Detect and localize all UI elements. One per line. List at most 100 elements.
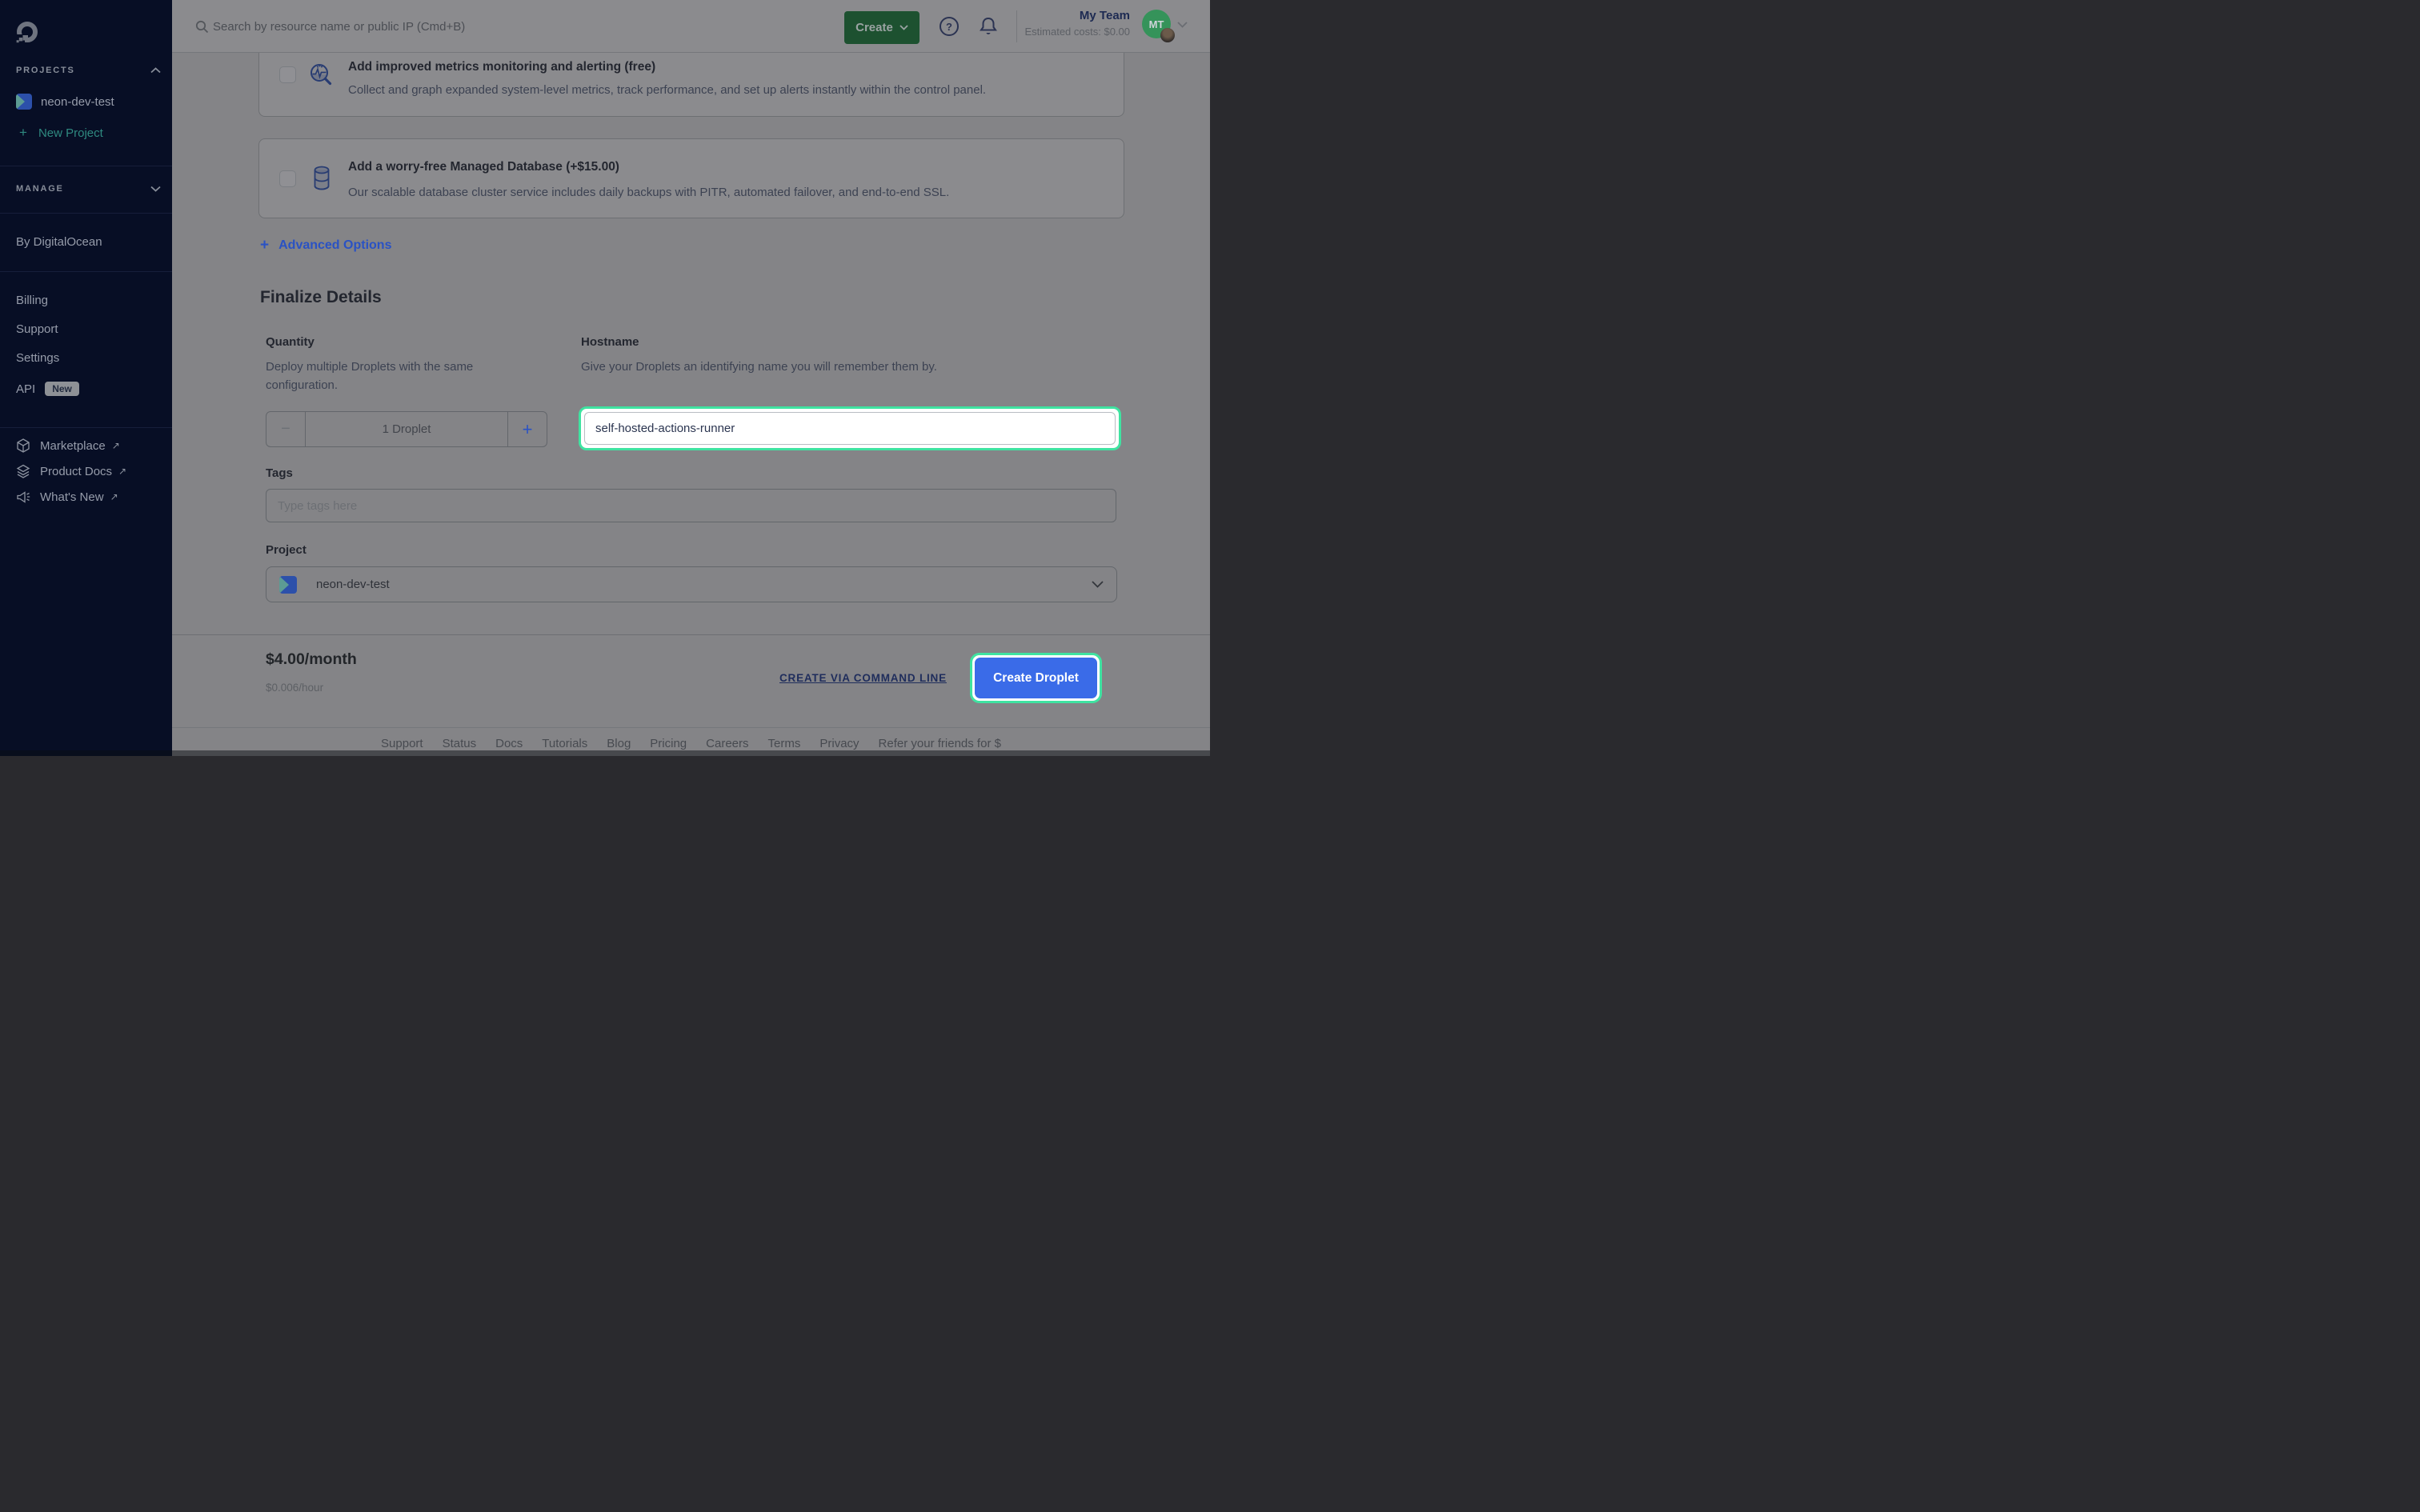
hostname-highlight-ring [579, 406, 1121, 450]
sidebar-item-billing[interactable]: Billing [16, 291, 161, 309]
quantity-stepper: − 1 Droplet + [266, 411, 547, 447]
project-icon [16, 94, 32, 110]
managed-database-card: Add a worry-free Managed Database (+$15.… [258, 138, 1124, 218]
droplet-create-page: PROJECTS neon-dev-test + New Project MAN… [0, 0, 1210, 756]
quantity-decrease-button[interactable]: − [266, 412, 306, 446]
sidebar-item-by-digitalocean[interactable]: By DigitalOcean [16, 233, 161, 250]
footer-link-terms[interactable]: Terms [768, 737, 801, 750]
create-button-label: Create [855, 21, 893, 34]
project-select[interactable]: neon-dev-test [266, 566, 1117, 602]
sidebar-link-product-docs[interactable]: Product Docs ↗ [16, 462, 161, 480]
metrics-monitoring-card: Add improved metrics monitoring and aler… [258, 53, 1124, 117]
tags-input[interactable] [266, 489, 1116, 522]
sidebar-divider [0, 427, 172, 428]
hostname-label: Hostname [581, 335, 639, 349]
digitalocean-logo[interactable] [15, 21, 39, 45]
search-icon [195, 20, 209, 34]
chevron-down-icon[interactable] [1177, 22, 1188, 28]
quantity-increase-button[interactable]: + [507, 412, 547, 446]
external-link-icon: ↗ [118, 466, 126, 477]
settings-label: Settings [16, 351, 59, 365]
team-name: My Team [1024, 9, 1130, 22]
search-input[interactable] [211, 13, 663, 40]
project-name-label: neon-dev-test [41, 95, 114, 109]
quantity-label: Quantity [266, 335, 315, 349]
help-icon[interactable]: ? [940, 17, 959, 36]
topbar: Create ? My Team Estimated costs: $0.00 … [172, 0, 1210, 53]
hostname-input[interactable] [584, 412, 1116, 445]
new-badge: New [45, 382, 79, 396]
database-checkbox[interactable] [279, 170, 296, 187]
sidebar-item-project-neon-dev-test[interactable]: neon-dev-test [16, 93, 161, 110]
database-card-title: Add a worry-free Managed Database (+$15.… [348, 160, 619, 174]
marketplace-box-icon [16, 438, 30, 453]
estimated-costs: Estimated costs: $0.00 [1024, 26, 1130, 38]
sidebar-divider [0, 213, 172, 214]
footer-link-privacy[interactable]: Privacy [819, 737, 859, 750]
metrics-card-title: Add improved metrics monitoring and aler… [348, 60, 655, 74]
sidebar-item-api[interactable]: API New [16, 380, 161, 398]
sidebar: PROJECTS neon-dev-test + New Project MAN… [0, 0, 172, 756]
api-label: API [16, 382, 35, 396]
create-button[interactable]: Create [844, 11, 920, 44]
main-content: Add improved metrics monitoring and aler… [172, 53, 1210, 756]
advanced-options-label: Advanced Options [278, 238, 391, 253]
metrics-magnifier-icon [309, 62, 332, 86]
price-per-hour: $0.006/hour [266, 682, 323, 694]
footer-link-refer[interactable]: Refer your friends for $ [879, 737, 1001, 750]
by-digitalocean-label: By DigitalOcean [16, 235, 102, 249]
advanced-options-toggle[interactable]: + Advanced Options [260, 237, 391, 254]
bottom-edge-strip [0, 750, 1210, 756]
quantity-description: Deploy multiple Droplets with the same c… [266, 358, 498, 394]
action-bar-divider [172, 634, 1210, 635]
project-icon [279, 576, 297, 594]
footer-link-blog[interactable]: Blog [607, 737, 631, 750]
sidebar-manage-header[interactable]: MANAGE [16, 180, 161, 198]
projects-header-label: PROJECTS [16, 66, 75, 75]
product-docs-label: Product Docs [40, 465, 112, 478]
database-card-description: Our scalable database cluster service in… [348, 186, 949, 199]
chevron-down-icon [1092, 581, 1104, 588]
project-label: Project [266, 543, 307, 557]
sidebar-link-marketplace[interactable]: Marketplace ↗ [16, 437, 161, 454]
finalize-details-heading: Finalize Details [260, 288, 382, 307]
project-select-value: neon-dev-test [316, 578, 390, 591]
notifications-bell-icon[interactable] [979, 16, 998, 37]
external-link-icon: ↗ [110, 491, 118, 502]
hostname-description: Give your Droplets an identifying name y… [581, 358, 937, 376]
layers-icon [16, 464, 30, 478]
footer-link-careers[interactable]: Careers [706, 737, 748, 750]
plus-icon: + [260, 237, 269, 254]
price-per-month: $4.00/month [266, 650, 357, 669]
billing-label: Billing [16, 294, 48, 307]
footer-link-docs[interactable]: Docs [495, 737, 523, 750]
metrics-card-description: Collect and graph expanded system-level … [348, 83, 986, 97]
footer-link-status[interactable]: Status [443, 737, 477, 750]
sidebar-link-whats-new[interactable]: What's New ↗ [16, 488, 161, 506]
whats-new-label: What's New [40, 490, 104, 504]
footer-link-pricing[interactable]: Pricing [650, 737, 687, 750]
plus-icon: + [19, 125, 27, 141]
marketplace-label: Marketplace [40, 439, 106, 453]
footer-link-support[interactable]: Support [381, 737, 423, 750]
database-icon [312, 165, 331, 192]
chevron-down-icon [899, 25, 908, 30]
account-menu[interactable]: My Team Estimated costs: $0.00 [1024, 9, 1130, 38]
avatar-initials: MT [1149, 18, 1164, 30]
sidebar-new-project-button[interactable]: + New Project [19, 124, 161, 142]
manage-header-label: MANAGE [16, 184, 64, 194]
support-label: Support [16, 322, 58, 336]
create-via-command-line-link[interactable]: CREATE VIA COMMAND LINE [779, 672, 947, 684]
sidebar-item-settings[interactable]: Settings [16, 349, 161, 366]
footer-link-tutorials[interactable]: Tutorials [542, 737, 587, 750]
create-droplet-highlight-ring: Create Droplet [970, 653, 1102, 703]
metrics-checkbox[interactable] [279, 66, 296, 83]
create-droplet-button[interactable]: Create Droplet [975, 658, 1097, 698]
sidebar-divider [0, 271, 172, 272]
sidebar-projects-header[interactable]: PROJECTS [16, 62, 161, 79]
footer-links: Support Status Docs Tutorials Blog Prici… [172, 727, 1210, 750]
external-link-icon: ↗ [112, 440, 120, 451]
sidebar-item-support[interactable]: Support [16, 320, 161, 338]
tags-label: Tags [266, 466, 293, 480]
new-project-label: New Project [38, 126, 103, 140]
